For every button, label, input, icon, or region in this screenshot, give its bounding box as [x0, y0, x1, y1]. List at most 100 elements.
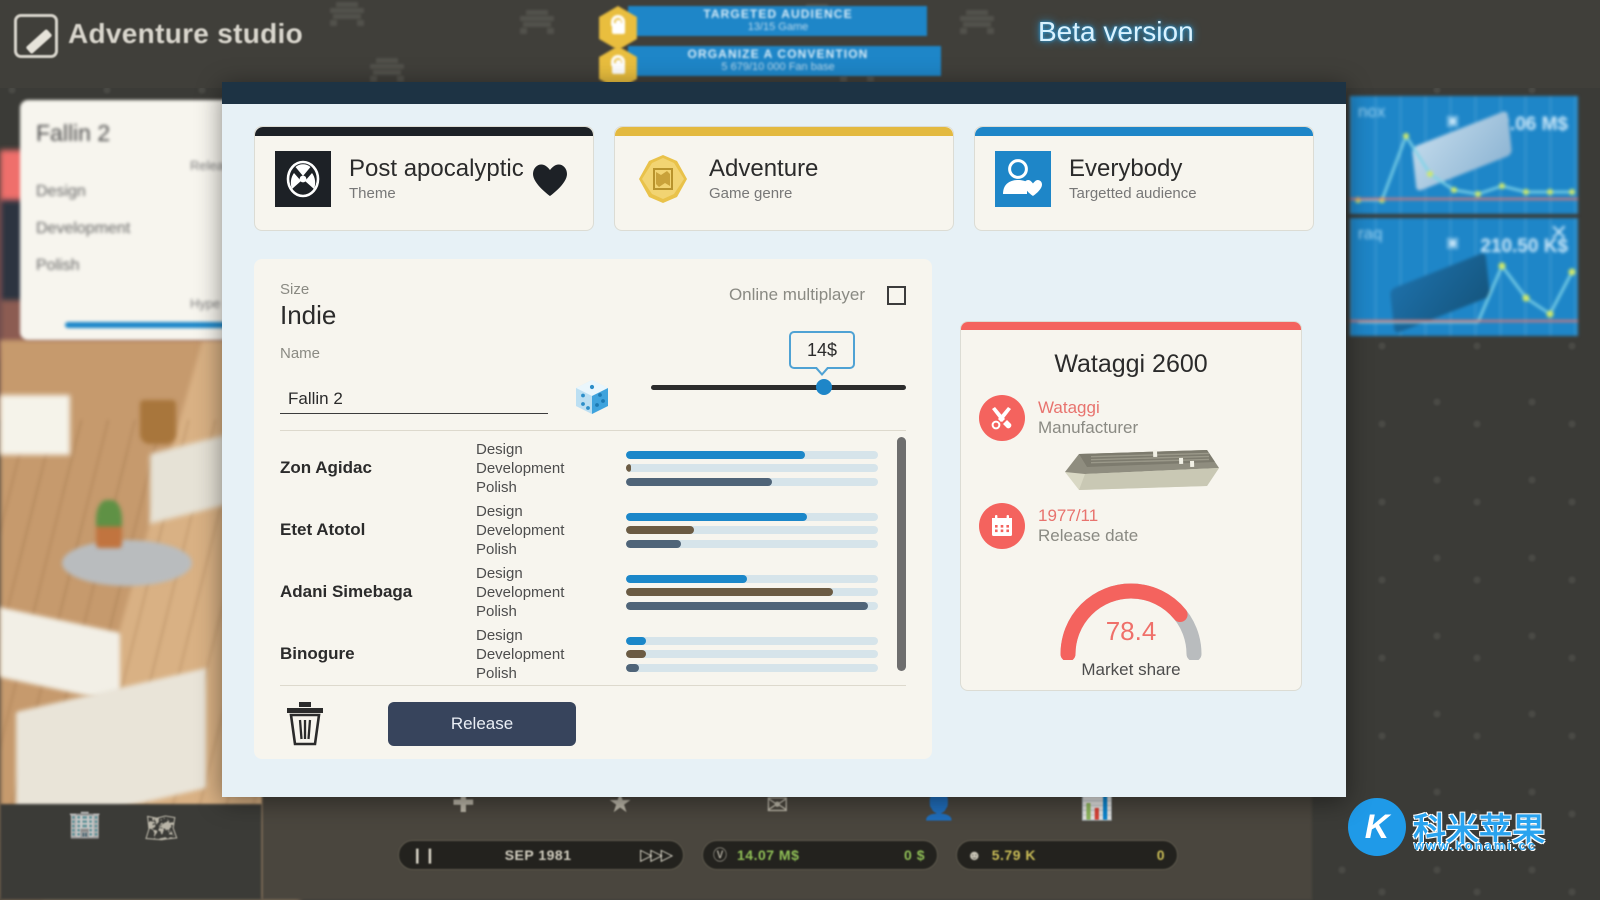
price-value-bubble: 14$	[789, 331, 855, 376]
genre-title: Adventure	[709, 154, 819, 182]
heart-icon[interactable]	[531, 161, 569, 199]
background-game-card: raq ✕ ▣ 210.50 K$	[1350, 218, 1578, 336]
theme-card[interactable]: Post apocalyptic Theme	[254, 126, 594, 231]
design-progress-bar	[626, 574, 878, 583]
stage-label: Development	[476, 459, 565, 477]
bg-stage-design: Design	[36, 183, 86, 200]
stage-label: Design	[476, 440, 523, 458]
development-progress-bar	[626, 588, 878, 596]
game-release-dialog: Post apocalyptic Theme Adventure Game ge…	[222, 82, 1346, 797]
watermark-logo: K	[1348, 798, 1406, 856]
radiation-icon	[275, 150, 331, 207]
team-member-name: Etet Atotol	[280, 520, 366, 539]
fast-forward-icon[interactable]: ▷▷▷	[640, 845, 673, 865]
time-control-pill[interactable]: ❙❙ SEP 1981 ▷▷▷	[398, 840, 684, 870]
stage-label: Design	[476, 502, 523, 520]
theme-subtitle: Theme	[349, 185, 396, 203]
game-date: SEP 1981	[504, 847, 572, 863]
audience-subtitle: Targetted audience	[1069, 185, 1197, 203]
audience-title: Everybody	[1069, 154, 1183, 182]
money-icon: Ⓥ	[713, 847, 727, 863]
trash-icon[interactable]	[284, 700, 328, 748]
table-row: Binogure Design Development Polish	[280, 623, 906, 681]
genre-card[interactable]: Adventure Game genre	[614, 126, 954, 231]
market-share-value: 78.4	[1105, 616, 1157, 646]
polish-progress-bar	[626, 663, 878, 672]
watermark: K 科米苹果 www.konami.cc	[1348, 798, 1545, 856]
calendar-icon	[979, 503, 1025, 549]
office-basket	[140, 400, 176, 444]
development-progress-bar	[626, 650, 878, 658]
office-plant	[96, 500, 122, 548]
online-multiplayer-checkbox[interactable]	[887, 285, 906, 305]
price-slider-track[interactable]	[651, 379, 906, 395]
release-form-panel: Size Indie Online multiplayer Name Falli…	[254, 259, 932, 759]
release-date-label: Release date	[1038, 526, 1139, 545]
fans-delta: 0	[1156, 847, 1165, 863]
team-member-name: Zon Agidac	[280, 458, 372, 477]
money-value: 14.07 M$	[737, 847, 800, 863]
watermark-url: www.konami.cc	[1414, 838, 1538, 853]
office-table	[62, 540, 192, 586]
stage-label: Development	[476, 583, 565, 601]
console-info-card: Wataggi 2600 Wataggi Manufacturer 1977/1…	[960, 321, 1302, 691]
bg-hype-label: Hype	[190, 296, 221, 311]
design-progress-bar	[626, 636, 878, 645]
team-progress-list: Zon Agidac Design Development Polish Etet …	[280, 431, 906, 681]
bg-project-title: Fallin 2	[36, 120, 111, 146]
stage-label: Design	[476, 564, 523, 582]
team-list-scrollbar[interactable]	[897, 437, 906, 679]
fans-icon: ☻	[967, 847, 982, 863]
category-cards: Post apocalyptic Theme Adventure Game ge…	[254, 126, 1314, 231]
fans-value: 5.79 K	[991, 847, 1036, 863]
release-date-value: 1977/11	[1038, 506, 1099, 526]
dice-icon[interactable]	[570, 376, 614, 420]
game-name-input[interactable]	[280, 386, 548, 414]
team-member-name: Adani Simebaga	[280, 582, 413, 601]
table-row: Adani Simebaga Design Development Polish	[280, 561, 906, 623]
money-pill: Ⓥ 14.07 M$ 0 $	[702, 840, 938, 870]
quest-title: TARGETED AUDIENCE	[703, 7, 853, 21]
online-multiplayer-label: Online multiplayer	[728, 285, 865, 304]
background-game-card: nox ▣ 2.06 M$	[1350, 96, 1578, 214]
stage-label: Development	[476, 645, 565, 663]
stage-label: Polish	[476, 664, 517, 682]
audience-card[interactable]: Everybody Targetted audience	[974, 126, 1314, 231]
team-member-name: Binogure	[280, 644, 355, 663]
app-title: Adventure studio	[68, 18, 304, 49]
office-chair	[0, 395, 70, 455]
stage-label: Polish	[476, 540, 517, 558]
pencil-square-icon	[14, 14, 58, 58]
map-icon[interactable]: 🗺	[144, 812, 178, 844]
building-icon[interactable]: 🏢	[68, 808, 102, 840]
release-button[interactable]: Release	[388, 702, 576, 746]
quest-progress: 5 679/10 000 Fan base	[721, 61, 835, 73]
beta-version-label: Beta version	[1038, 16, 1194, 47]
bg-stage-development: Development	[36, 220, 131, 237]
stage-label: Design	[476, 626, 523, 644]
design-progress-bar	[626, 450, 878, 459]
price-slider-group: 14$	[651, 331, 906, 395]
pause-icon[interactable]: ❙❙	[411, 846, 436, 864]
bg-stage-polish: Polish	[36, 257, 80, 274]
bg-release-label: Relea	[190, 158, 224, 173]
polish-progress-bar	[626, 477, 878, 486]
fans-pill: ☻ 5.79 K 0	[956, 840, 1178, 870]
stage-label: Polish	[476, 602, 517, 620]
person-heart-icon	[995, 150, 1051, 207]
income-value: 0 $	[904, 847, 925, 863]
manufacturer-info: Wataggi Manufacturer	[979, 395, 1301, 441]
tools-icon	[979, 395, 1025, 441]
manufacturer-value: Wataggi	[1038, 398, 1100, 418]
stage-label: Polish	[476, 478, 517, 496]
console-title: Wataggi 2600	[1054, 350, 1208, 378]
quest-progress: 13/15 Game	[747, 21, 809, 33]
polish-progress-bar	[626, 539, 878, 548]
development-progress-bar	[626, 464, 878, 472]
stage-label: Development	[476, 521, 565, 539]
market-share-gauge: 78.4 Market share	[961, 576, 1301, 680]
dialog-titlebar	[222, 82, 1346, 104]
development-progress-bar	[626, 526, 878, 534]
scrollbar-thumb[interactable]	[897, 437, 906, 671]
design-progress-bar	[626, 512, 878, 521]
